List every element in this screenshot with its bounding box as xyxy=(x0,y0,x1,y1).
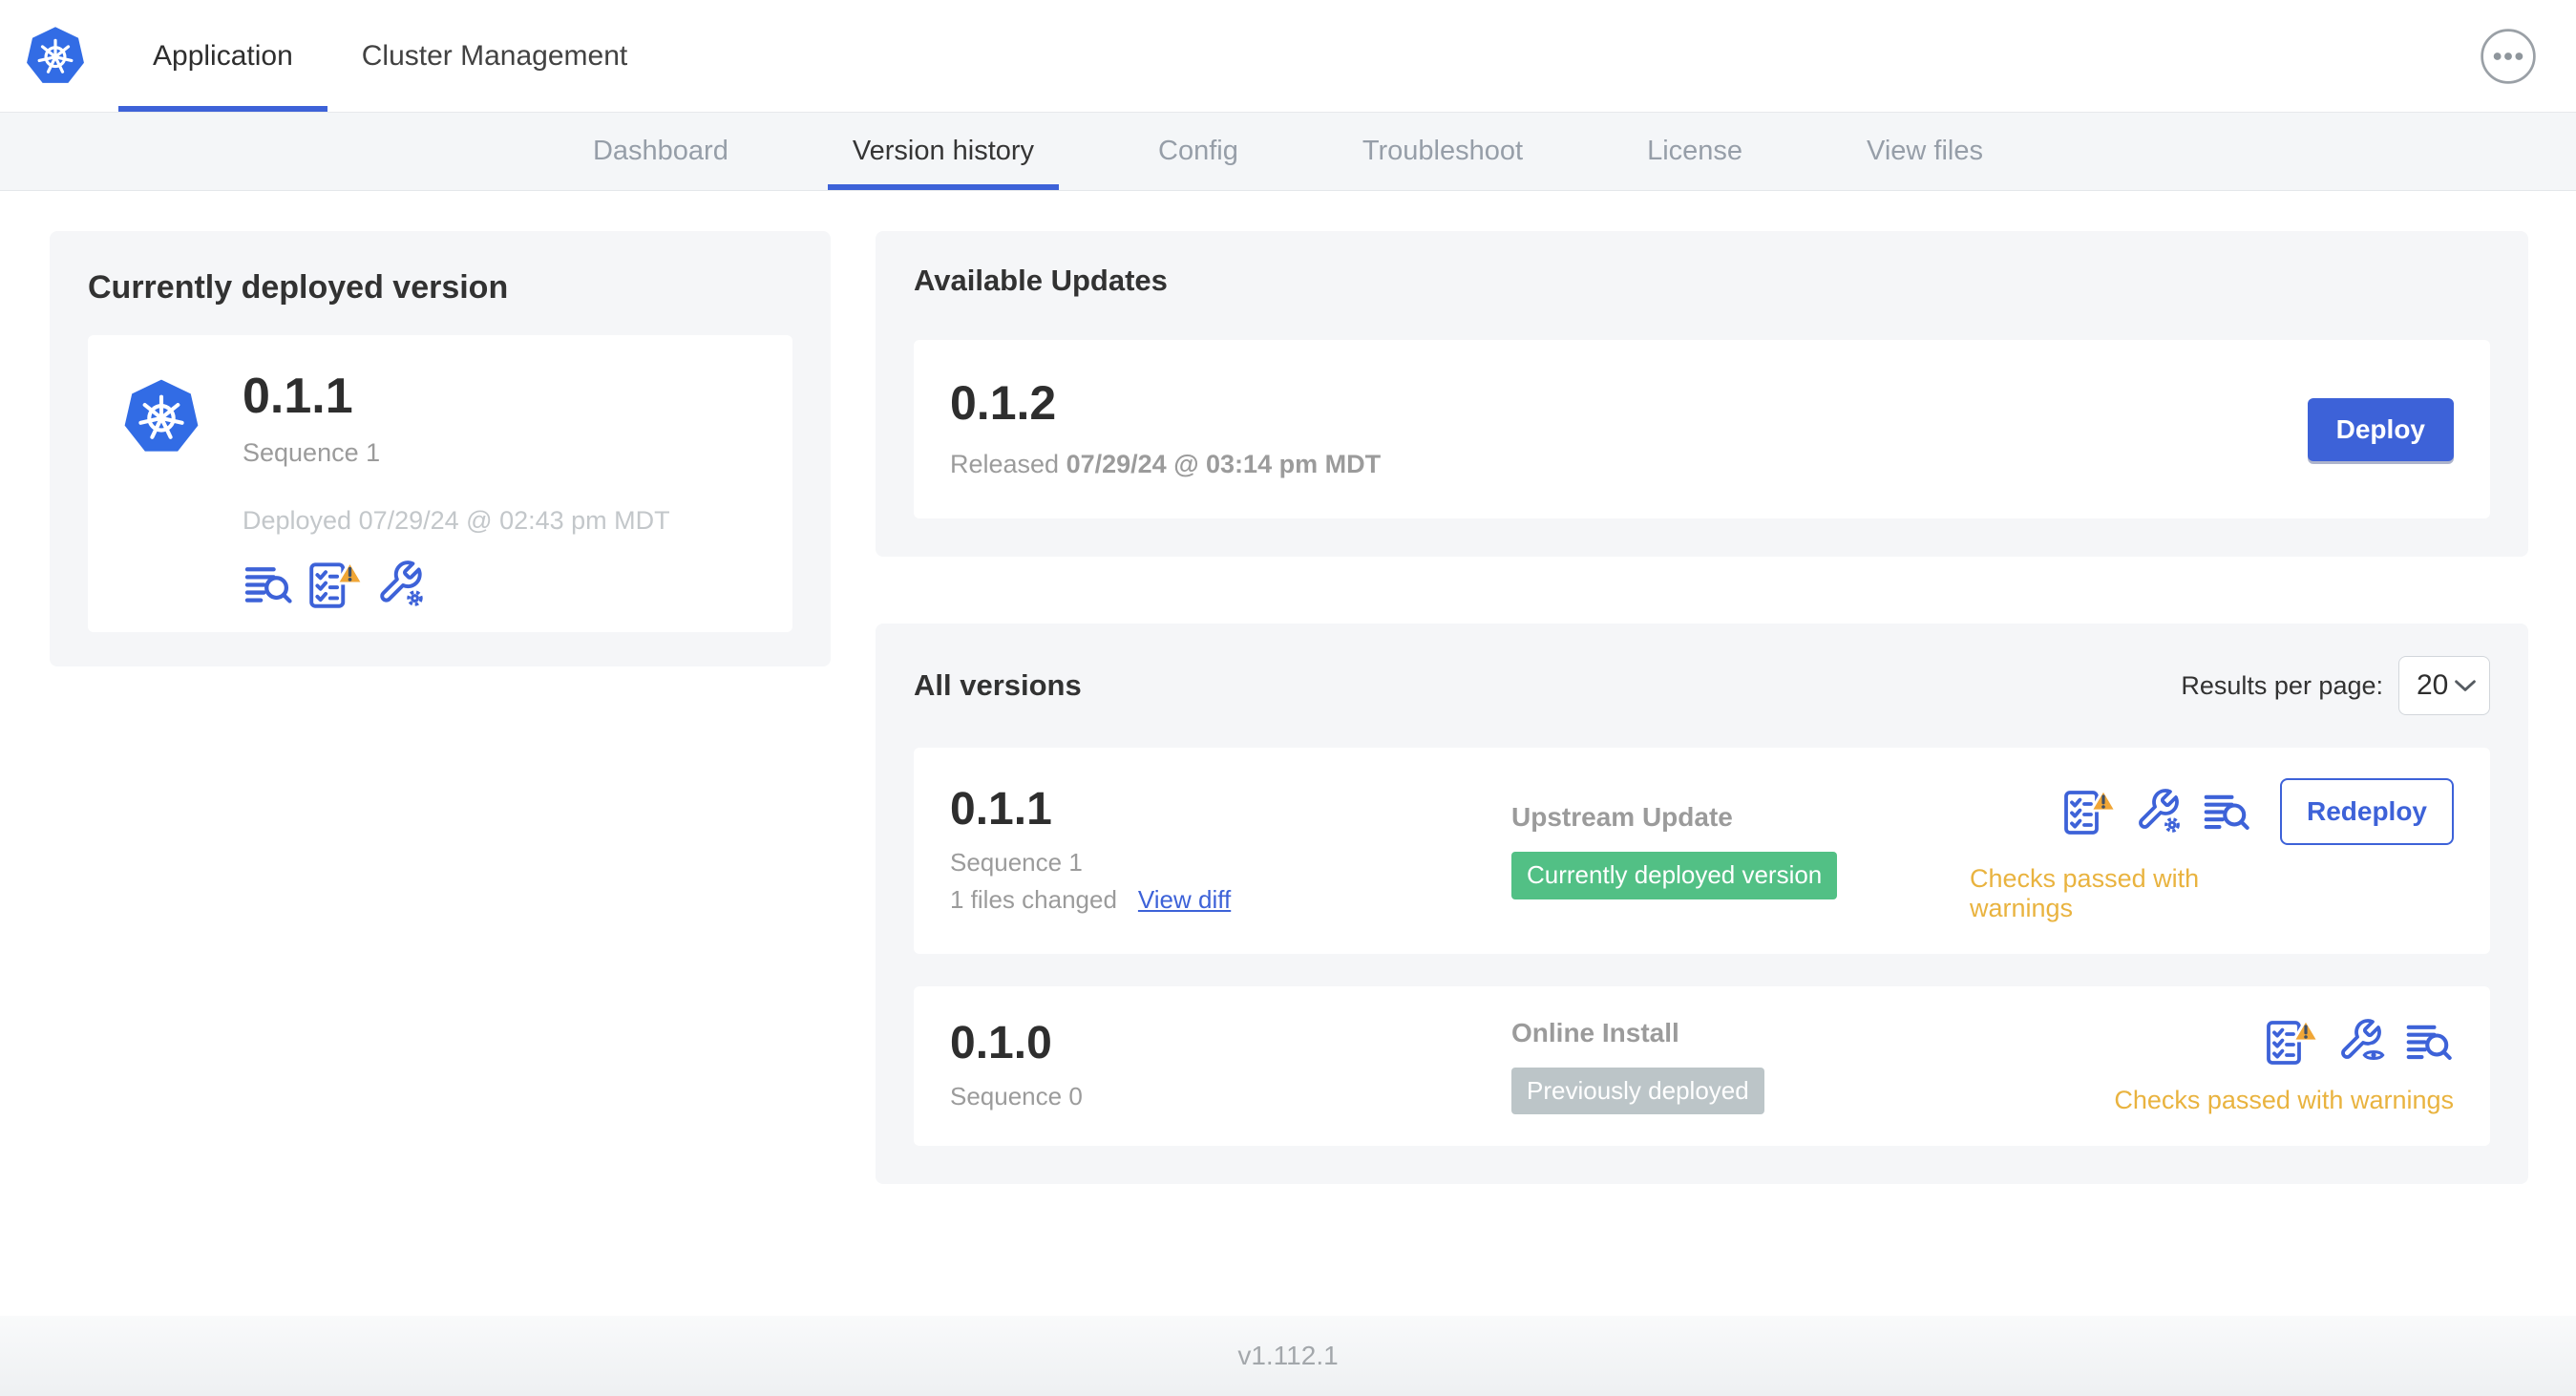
results-per-page-label: Results per page: xyxy=(2181,670,2383,700)
subnav-view-files-label: View files xyxy=(1867,136,1984,166)
subnav-tab-version-history[interactable]: Version history xyxy=(827,113,1060,190)
deploy-button[interactable]: Deploy xyxy=(2307,397,2454,461)
preflight-checklist-warning-icon[interactable] xyxy=(2060,787,2118,836)
currently-deployed-card: Currently deployed version 0.1.1 Sequenc… xyxy=(50,231,831,666)
all-versions-title: All versions xyxy=(914,668,1082,702)
version-row-info: 0.1.1 Sequence 1 1 files changed View di… xyxy=(950,787,1511,915)
version-row-source: Online Install Previously deployed xyxy=(1511,1017,1970,1115)
results-per-page: Results per page: 20 xyxy=(2181,656,2490,715)
previously-deployed-badge: Previously deployed xyxy=(1511,1067,1764,1115)
subnav-tab-troubleshoot[interactable]: Troubleshoot xyxy=(1338,113,1548,190)
all-versions-card: All versions Results per page: 20 0.1.1 … xyxy=(876,624,2528,1184)
released-prefix: Released xyxy=(950,450,1060,478)
kubernetes-logo-icon xyxy=(25,24,86,89)
row-action-icons: Redeploy xyxy=(2060,778,2454,845)
version-row-info: 0.1.0 Sequence 0 xyxy=(950,1021,1511,1111)
deployed-version-number: 0.1.1 xyxy=(243,369,353,424)
available-update-row: 0.1.2 Released 07/29/24 @ 03:14 pm MDT D… xyxy=(914,340,2490,518)
deployed-sequence: Sequence 1 xyxy=(243,438,381,467)
subnav-dashboard-label: Dashboard xyxy=(592,136,728,166)
row-sequence: Sequence 1 xyxy=(950,848,1083,877)
redeploy-button[interactable]: Redeploy xyxy=(2279,778,2454,845)
subnav-config-label: Config xyxy=(1158,136,1238,166)
update-version-number: 0.1.2 xyxy=(950,376,1057,430)
row-files-line: 1 files changed View diff xyxy=(950,885,1511,915)
top-nav-bar: Application Cluster Management xyxy=(0,0,2576,113)
version-row-actions: Redeploy Checks passed with warnings xyxy=(1970,778,2454,923)
overflow-menu-button[interactable] xyxy=(2479,26,2538,86)
row-sequence: Sequence 0 xyxy=(950,1082,1083,1110)
tab-cluster-management-label: Cluster Management xyxy=(361,39,628,72)
app-subnav: Dashboard Version history Config Trouble… xyxy=(0,113,2576,191)
main-content: Currently deployed version 0.1.1 Sequenc… xyxy=(0,191,2576,1184)
tab-application-label: Application xyxy=(153,39,293,72)
row-source-label: Upstream Update xyxy=(1511,802,1733,833)
subnav-tab-license[interactable]: License xyxy=(1622,113,1767,190)
version-row-source: Upstream Update Currently deployed versi… xyxy=(1511,802,1970,899)
deploy-logs-icon[interactable] xyxy=(243,559,294,610)
released-date: 07/29/24 @ 03:14 pm MDT xyxy=(1066,450,1382,478)
row-version-number: 0.1.0 xyxy=(950,1018,1052,1068)
admin-console-window: Application Cluster Management Dashboard… xyxy=(0,0,2576,1396)
deployed-version-card: 0.1.1 Sequence 1 Deployed 07/29/24 @ 02:… xyxy=(88,335,792,632)
update-info: 0.1.2 Released 07/29/24 @ 03:14 pm MDT xyxy=(950,379,1381,479)
preflight-status-text: Checks passed with warnings xyxy=(1970,864,2200,922)
version-row: 0.1.0 Sequence 0 Online Install Previous… xyxy=(914,986,2490,1146)
preflight-checklist-warning-icon[interactable] xyxy=(2263,1017,2320,1067)
deploy-logs-icon[interactable] xyxy=(2202,787,2251,836)
wrench-eye-config-icon[interactable] xyxy=(2337,1017,2387,1067)
update-released-line: Released 07/29/24 @ 03:14 pm MDT xyxy=(950,450,1381,479)
currently-deployed-title: Currently deployed version xyxy=(88,269,509,306)
available-updates-card: Available Updates 0.1.2 Released 07/29/2… xyxy=(876,231,2528,557)
subnav-tab-dashboard[interactable]: Dashboard xyxy=(568,113,753,190)
console-footer: v1.112.1 xyxy=(0,1316,2576,1396)
deploy-logs-icon[interactable] xyxy=(2404,1017,2454,1067)
preflight-status-text: Checks passed with warnings xyxy=(2114,1086,2454,1114)
preflight-checklist-warning-icon[interactable] xyxy=(306,559,365,610)
top-tabs: Application Cluster Management xyxy=(118,0,662,112)
version-row-actions: Checks passed with warnings xyxy=(2114,1017,2454,1115)
all-versions-header: All versions Results per page: 20 xyxy=(914,656,2490,715)
row-version-number: 0.1.1 xyxy=(950,784,1052,835)
kubernetes-app-icon xyxy=(122,375,201,459)
deployed-version-actions xyxy=(243,559,670,610)
available-updates-title: Available Updates xyxy=(914,264,1168,297)
files-changed-label: 1 files changed xyxy=(950,885,1117,914)
wrench-gear-config-icon[interactable] xyxy=(376,559,428,610)
currently-deployed-badge: Currently deployed version xyxy=(1511,852,1838,899)
wrench-gear-config-icon[interactable] xyxy=(2135,787,2185,836)
version-row: 0.1.1 Sequence 1 1 files changed View di… xyxy=(914,748,2490,954)
chevron-down-icon xyxy=(2455,679,2476,691)
console-version: v1.112.1 xyxy=(1237,1341,1339,1370)
results-per-page-select[interactable]: 20 xyxy=(2398,656,2490,715)
subnav-tab-config[interactable]: Config xyxy=(1133,113,1263,190)
subnav-tab-view-files[interactable]: View files xyxy=(1842,113,2008,190)
ellipsis-menu-icon xyxy=(2481,28,2536,84)
row-source-label: Online Install xyxy=(1511,1017,1679,1047)
subnav-troubleshoot-label: Troubleshoot xyxy=(1362,136,1524,166)
subnav-license-label: License xyxy=(1647,136,1743,166)
view-diff-link[interactable]: View diff xyxy=(1138,885,1231,915)
deployed-version-info: 0.1.1 Sequence 1 Deployed 07/29/24 @ 02:… xyxy=(243,369,670,609)
deployed-timestamp: Deployed 07/29/24 @ 02:43 pm MDT xyxy=(243,506,670,535)
tab-cluster-management[interactable]: Cluster Management xyxy=(327,0,662,112)
tab-application[interactable]: Application xyxy=(118,0,327,112)
row-action-icons xyxy=(2263,1017,2454,1067)
results-per-page-value: 20 xyxy=(2417,669,2449,701)
subnav-version-history-label: Version history xyxy=(852,136,1035,166)
right-column: Available Updates 0.1.2 Released 07/29/2… xyxy=(876,231,2528,1184)
